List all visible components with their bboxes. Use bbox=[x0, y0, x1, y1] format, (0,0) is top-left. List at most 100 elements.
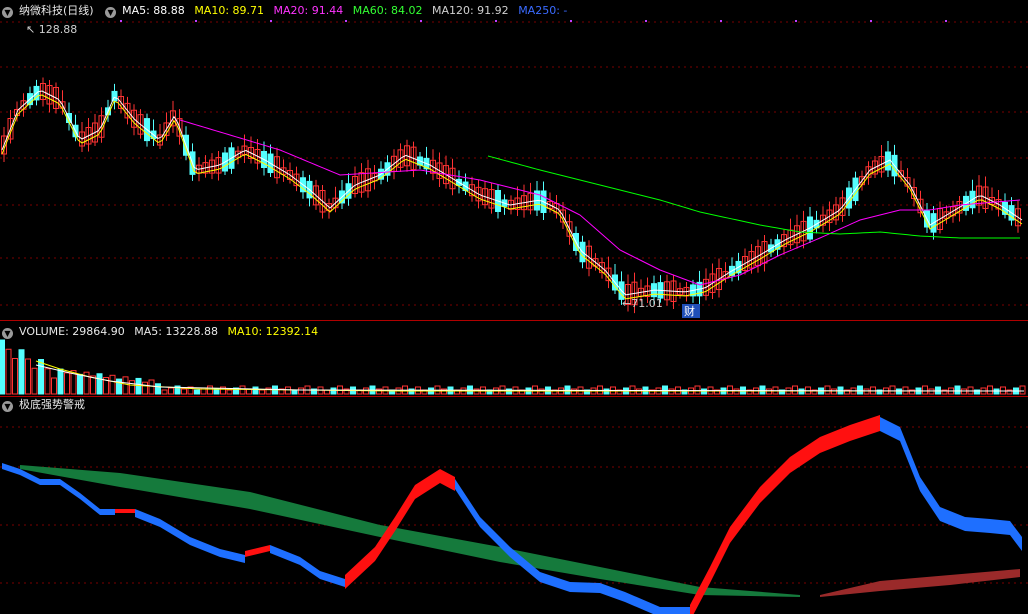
volume-bar bbox=[792, 385, 798, 395]
volume-bar bbox=[291, 389, 298, 395]
volume-bar bbox=[57, 368, 64, 395]
indicator-red-ribbon bbox=[245, 545, 270, 557]
volume-bar bbox=[77, 373, 83, 395]
volume-bar bbox=[252, 386, 259, 395]
ma20-line bbox=[179, 119, 1021, 286]
volume-bar bbox=[181, 388, 187, 395]
indicator-green-band bbox=[20, 465, 800, 597]
indicator-title: 极底强势警戒 bbox=[19, 398, 85, 411]
chevron-down-icon[interactable]: ▼ bbox=[105, 7, 117, 18]
volume-bar bbox=[824, 385, 831, 395]
volume-bar bbox=[922, 385, 928, 395]
volume-ma10-value: MA10: 12392.14 bbox=[227, 325, 319, 338]
volume-bar bbox=[993, 388, 1000, 395]
volume-bar bbox=[928, 388, 935, 395]
ma10-line bbox=[1, 94, 1023, 300]
indicator-chart[interactable] bbox=[0, 397, 1028, 614]
signal-dot bbox=[870, 20, 872, 22]
volume-bar bbox=[0, 339, 5, 395]
volume-bar bbox=[168, 387, 174, 395]
indicator-red-ribbon bbox=[690, 415, 880, 614]
volume-chart-panel[interactable]: ▼ VOLUME: 29864.90 MA5: 13228.88 MA10: 12… bbox=[0, 320, 1028, 396]
volume-info-bar: ▼ VOLUME: 29864.90 MA5: 13228.88 MA10: 12… bbox=[2, 325, 324, 339]
volume-bar bbox=[506, 388, 512, 395]
volume-bar bbox=[90, 375, 96, 395]
volume-bar bbox=[239, 385, 246, 395]
volume-bar bbox=[12, 358, 18, 395]
event-badge: 财 bbox=[684, 304, 695, 318]
volume-bar bbox=[896, 388, 902, 395]
volume-bar bbox=[64, 372, 70, 395]
signal-dot bbox=[570, 20, 572, 22]
volume-bar bbox=[538, 388, 545, 395]
volume-bar bbox=[122, 376, 129, 395]
signal-dot bbox=[945, 20, 947, 22]
volume-bar bbox=[44, 368, 51, 395]
volume-bar bbox=[668, 388, 675, 395]
signal-dot bbox=[495, 20, 497, 22]
candlestick-chart[interactable]: ↖ 128.88 ←71.01 财 bbox=[0, 0, 1028, 320]
indicator-info-bar: ▼ 极底强势警戒 bbox=[2, 398, 91, 412]
ma250-value: MA250: - bbox=[518, 4, 568, 17]
indicator-panel[interactable]: ▼ 极底强势警戒 bbox=[0, 396, 1028, 614]
stock-title: 纳微科技(日线) bbox=[19, 4, 94, 17]
volume-bar bbox=[18, 349, 25, 395]
volume-bar bbox=[1019, 385, 1026, 395]
volume-bar bbox=[129, 380, 135, 395]
volume-bar bbox=[5, 348, 12, 395]
volume-bar bbox=[207, 385, 213, 395]
signal-dot bbox=[195, 20, 197, 22]
volume-bar bbox=[116, 378, 122, 395]
volume-bar bbox=[961, 388, 967, 395]
chevron-down-icon[interactable]: ▼ bbox=[2, 328, 13, 339]
indicator-blue-ribbon bbox=[135, 509, 245, 563]
volume-bar bbox=[636, 388, 642, 395]
volume-bar bbox=[51, 377, 57, 395]
signal-dot bbox=[420, 20, 422, 22]
volume-bar bbox=[571, 388, 577, 395]
volume-bar bbox=[987, 385, 993, 395]
volume-bar bbox=[285, 386, 291, 395]
ma10-value: MA10: 89.71 bbox=[194, 4, 265, 17]
ma20-value: MA20: 91.44 bbox=[273, 4, 344, 17]
volume-bar bbox=[662, 385, 668, 395]
high-price-marker: ↖ 128.88 bbox=[26, 23, 77, 36]
volume-bar bbox=[31, 367, 38, 395]
volume-bar bbox=[798, 388, 805, 395]
volume-value: VOLUME: 29864.90 bbox=[19, 325, 125, 338]
low-price-marker: ←71.01 bbox=[622, 297, 663, 310]
price-info-bar: ▼ 纳微科技(日线) ▼ MA5: 88.88 MA10: 89.71 MA20: … bbox=[2, 4, 573, 18]
volume-bar bbox=[759, 385, 766, 395]
volume-bar bbox=[38, 359, 44, 395]
signal-dot bbox=[720, 20, 722, 22]
volume-bar bbox=[733, 388, 740, 395]
volume-bar bbox=[96, 373, 103, 395]
volume-bar bbox=[226, 389, 233, 395]
indicator-blue-ribbon bbox=[880, 417, 1022, 551]
signal-dot bbox=[645, 20, 647, 22]
ma120-value: MA120: 91.92 bbox=[431, 4, 509, 17]
volume-bar bbox=[701, 388, 707, 395]
volume-bar bbox=[25, 358, 31, 395]
signal-dot bbox=[795, 20, 797, 22]
chevron-down-icon[interactable]: ▼ bbox=[2, 401, 13, 412]
chevron-down-icon[interactable]: ▼ bbox=[2, 7, 13, 18]
volume-bar bbox=[109, 374, 116, 395]
volume-bar bbox=[194, 389, 200, 395]
volume-bar bbox=[259, 389, 265, 395]
indicator-red-ribbon bbox=[115, 509, 135, 513]
volume-bar bbox=[766, 388, 772, 395]
price-chart-panel[interactable]: ▼ 纳微科技(日线) ▼ MA5: 88.88 MA10: 89.71 MA20: … bbox=[0, 0, 1028, 320]
volume-bar bbox=[727, 385, 733, 395]
volume-bar bbox=[863, 388, 870, 395]
volume-bar bbox=[831, 388, 837, 395]
ma60-value: MA60: 84.02 bbox=[352, 4, 423, 17]
volume-bar bbox=[161, 389, 168, 395]
signal-dot bbox=[270, 20, 272, 22]
volume-ma5-value: MA5: 13228.88 bbox=[134, 325, 218, 338]
signal-dot bbox=[120, 20, 122, 22]
volume-bar bbox=[148, 379, 155, 395]
indicator-blue-ribbon bbox=[270, 545, 345, 587]
ma5-value: MA5: 88.88 bbox=[122, 4, 185, 17]
volume-bar bbox=[155, 383, 161, 395]
